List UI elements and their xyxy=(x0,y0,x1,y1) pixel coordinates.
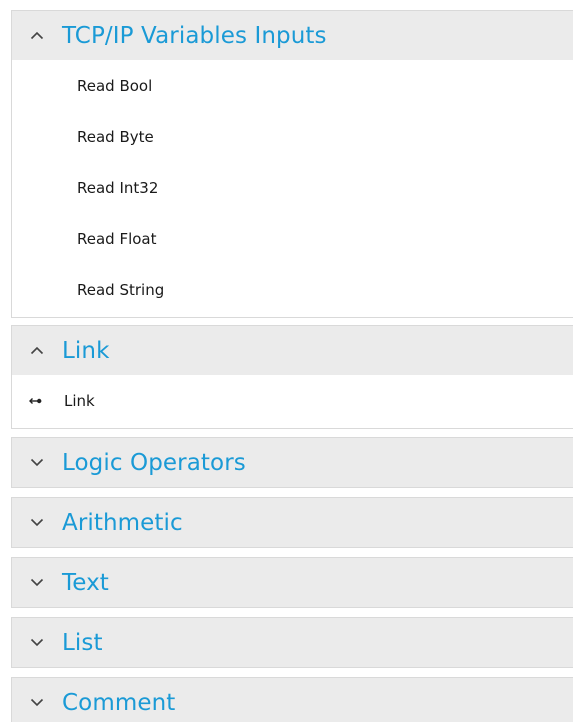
chevron-down-icon xyxy=(28,634,46,652)
section-tcpip-variables-inputs: TCP/IP Variables Inputs Read Bool Read B… xyxy=(11,10,573,318)
section-logic-operators: Logic Operators xyxy=(11,437,573,488)
section-header-tcpip-variables-inputs[interactable]: TCP/IP Variables Inputs xyxy=(12,11,573,60)
block-item-label: Read Byte xyxy=(77,127,154,146)
chevron-down-icon xyxy=(28,454,46,472)
section-text: Text xyxy=(11,557,573,608)
section-title: Arithmetic xyxy=(62,509,183,536)
block-item-read-byte[interactable]: Read Byte xyxy=(12,111,573,162)
section-header-arithmetic[interactable]: Arithmetic xyxy=(12,498,573,547)
section-header-text[interactable]: Text xyxy=(12,558,573,607)
chevron-down-icon xyxy=(28,514,46,532)
block-item-read-string[interactable]: Read String xyxy=(12,264,573,315)
block-item-read-bool[interactable]: Read Bool xyxy=(12,60,573,111)
section-header-link[interactable]: Link xyxy=(12,326,573,375)
block-item-read-float[interactable]: Read Float xyxy=(12,213,573,264)
block-item-label: Read Float xyxy=(77,229,157,248)
section-header-logic-operators[interactable]: Logic Operators xyxy=(12,438,573,487)
chevron-up-icon xyxy=(28,342,46,360)
link-arrows-icon xyxy=(28,397,52,405)
section-title: Comment xyxy=(62,689,176,716)
chevron-up-icon xyxy=(28,27,46,45)
chevron-down-icon xyxy=(28,574,46,592)
section-comment: Comment xyxy=(11,677,573,722)
section-arithmetic: Arithmetic xyxy=(11,497,573,548)
section-title: TCP/IP Variables Inputs xyxy=(62,22,327,49)
section-link: Link Link xyxy=(11,325,573,429)
section-title: Logic Operators xyxy=(62,449,246,476)
block-item-link[interactable]: Link xyxy=(12,375,573,427)
section-list: List xyxy=(11,617,573,668)
block-item-label: Link xyxy=(64,392,95,410)
chevron-down-icon xyxy=(28,694,46,712)
section-title: List xyxy=(62,629,103,656)
section-title: Text xyxy=(62,569,109,596)
section-header-list[interactable]: List xyxy=(12,618,573,667)
block-item-label: Read String xyxy=(77,280,165,299)
block-item-read-int32[interactable]: Read Int32 xyxy=(12,162,573,213)
toolbox-panel: TCP/IP Variables Inputs Read Bool Read B… xyxy=(0,0,573,722)
section-header-comment[interactable]: Comment xyxy=(12,678,573,722)
block-item-label: Read Int32 xyxy=(77,178,159,197)
block-item-label: Read Bool xyxy=(77,76,153,95)
section-title: Link xyxy=(62,337,110,364)
